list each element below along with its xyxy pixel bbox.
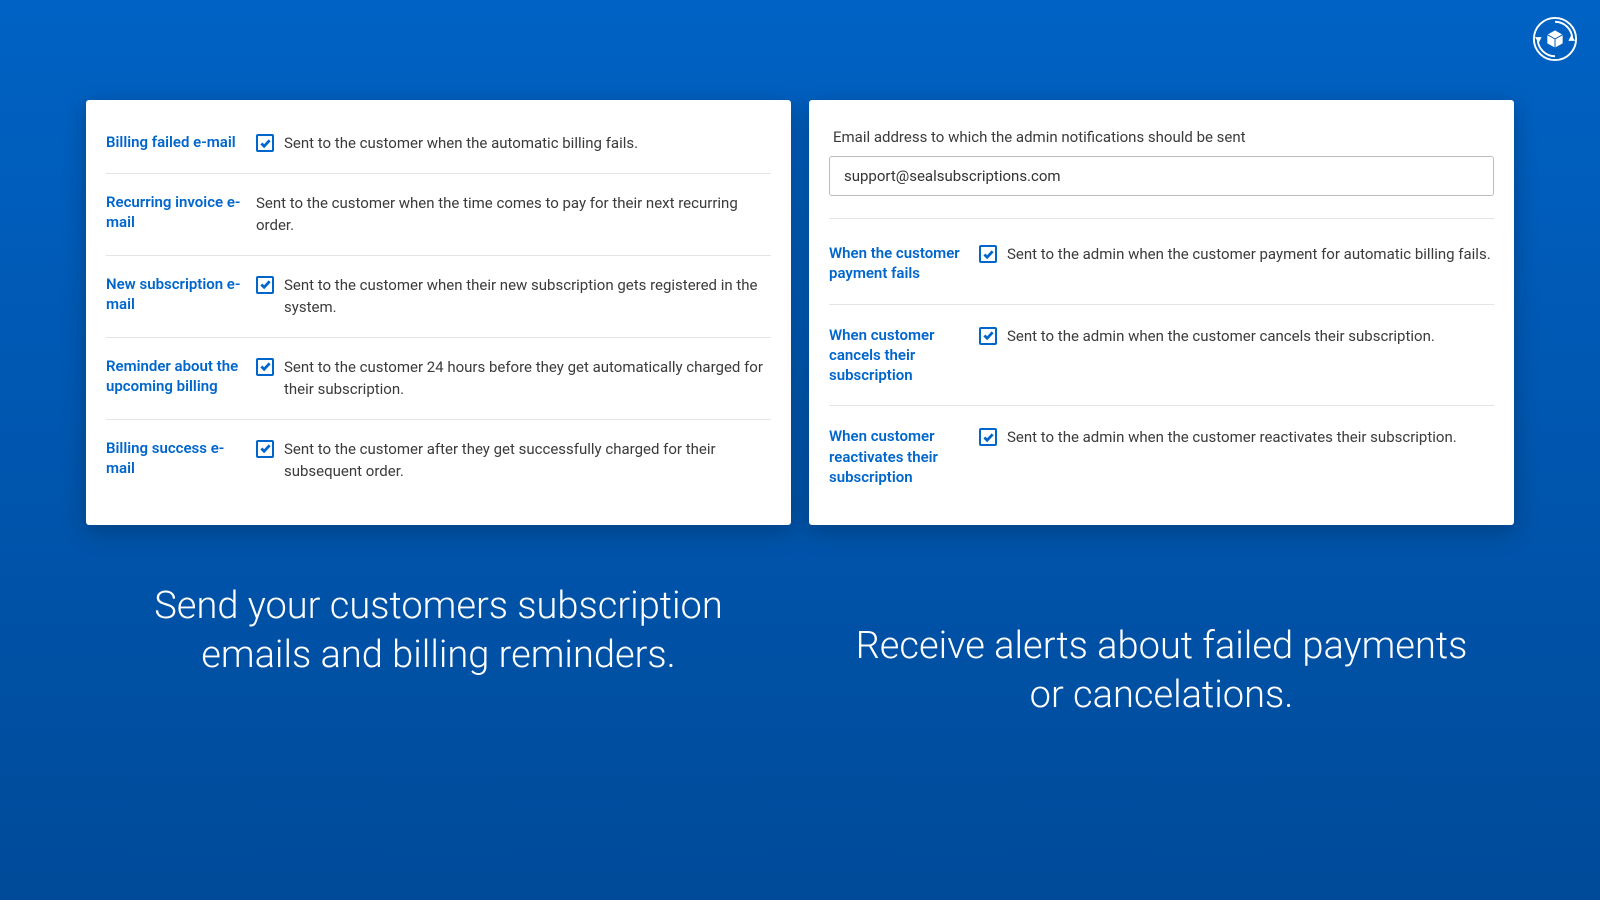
setting-checkbox[interactable] xyxy=(256,134,274,152)
setting-description: Sent to the admin when the customer paym… xyxy=(1007,243,1494,266)
setting-description: Sent to the customer when their new subs… xyxy=(284,274,771,319)
setting-description: Sent to the admin when the customer reac… xyxy=(1007,426,1494,449)
setting-checkbox[interactable] xyxy=(256,276,274,294)
setting-row: When customer reactivates their subscrip… xyxy=(829,406,1494,507)
setting-row: New subscription e-mail Sent to the cust… xyxy=(106,256,771,338)
setting-label: Reminder about the upcoming billing xyxy=(106,356,256,397)
setting-checkbox[interactable] xyxy=(256,358,274,376)
setting-row: When customer cancels their subscription… xyxy=(829,305,1494,407)
setting-label: Recurring invoice e-mail xyxy=(106,192,256,233)
admin-email-label: Email address to which the admin notific… xyxy=(829,128,1494,146)
setting-row: When the customer payment fails Sent to … xyxy=(829,223,1494,305)
admin-emails-panel: Email address to which the admin notific… xyxy=(809,100,1514,525)
setting-label: When the customer payment fails xyxy=(829,243,979,284)
setting-checkbox[interactable] xyxy=(979,327,997,345)
setting-checkbox[interactable] xyxy=(979,428,997,446)
setting-checkbox[interactable] xyxy=(256,440,274,458)
setting-row: Billing success e-mail Sent to the custo… xyxy=(106,420,771,501)
setting-description: Sent to the customer when the automatic … xyxy=(284,132,771,155)
admin-email-input[interactable] xyxy=(829,156,1494,196)
caption-right: Receive alerts about failed payments or … xyxy=(809,622,1514,721)
setting-row: Reminder about the upcoming billing Sent… xyxy=(106,338,771,420)
setting-row: Recurring invoice e-mail Sent to the cus… xyxy=(106,174,771,256)
setting-description: Sent to the admin when the customer canc… xyxy=(1007,325,1494,348)
setting-label: Billing success e-mail xyxy=(106,438,256,479)
customer-emails-panel: Billing failed e-mail Sent to the custom… xyxy=(86,100,791,525)
setting-label: Billing failed e-mail xyxy=(106,132,256,152)
setting-description: Sent to the customer when the time comes… xyxy=(256,192,771,237)
caption-left: Send your customers subscription emails … xyxy=(86,582,791,721)
setting-label: When customer reactivates their subscrip… xyxy=(829,426,979,487)
setting-description: Sent to the customer after they get succ… xyxy=(284,438,771,483)
setting-checkbox[interactable] xyxy=(979,245,997,263)
setting-label: When customer cancels their subscription xyxy=(829,325,979,386)
brand-logo-icon xyxy=(1532,16,1578,62)
setting-label: New subscription e-mail xyxy=(106,274,256,315)
setting-row: Billing failed e-mail Sent to the custom… xyxy=(106,114,771,174)
setting-description: Sent to the customer 24 hours before the… xyxy=(284,356,771,401)
